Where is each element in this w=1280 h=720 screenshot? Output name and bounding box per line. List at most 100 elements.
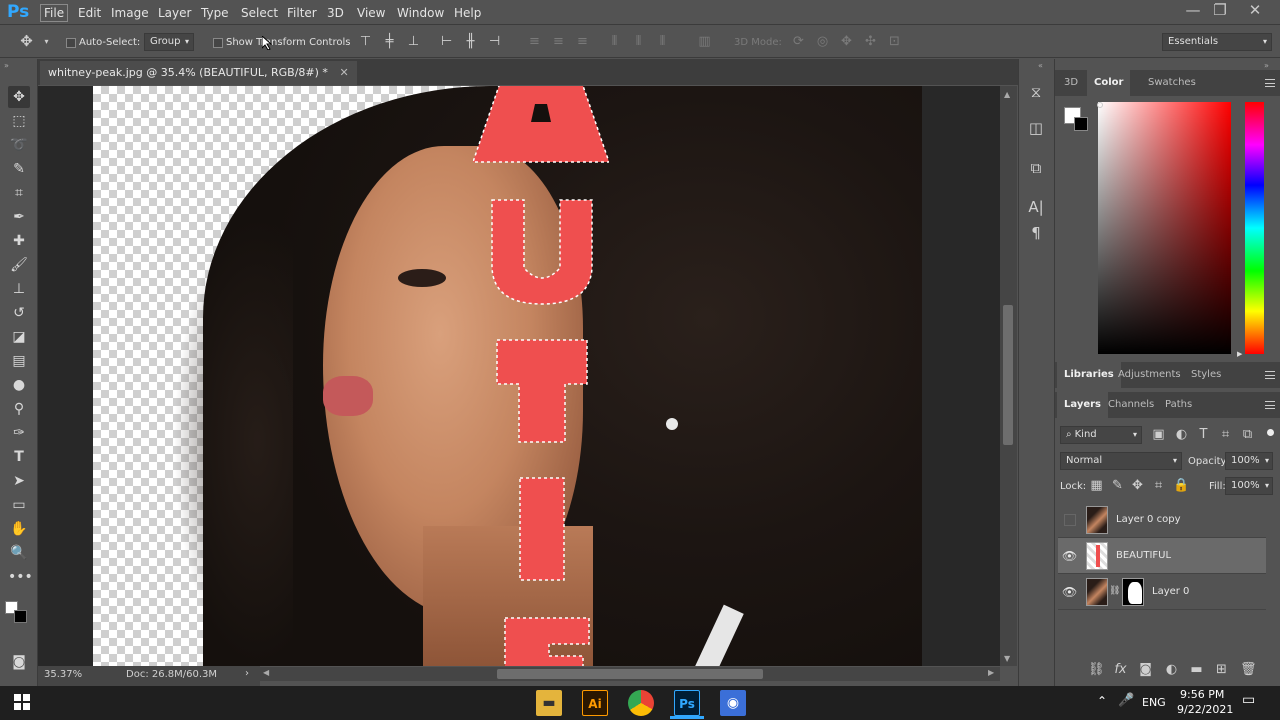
layer-name[interactable]: Layer 0 copy — [1116, 514, 1180, 525]
filter-toggle[interactable] — [1267, 429, 1274, 436]
distribute-top-icon[interactable]: ≡ — [528, 35, 541, 48]
menu-select[interactable]: Select — [241, 6, 278, 20]
quick-mask-icon[interactable]: ◙ — [8, 651, 30, 673]
new-group-icon[interactable]: ▬ — [1190, 663, 1203, 676]
document-tab[interactable]: whitney-peak.jpg @ 35.4% (BEAUTIFUL, RGB… — [40, 61, 357, 85]
eraser-tool-icon[interactable]: ◪ — [8, 326, 30, 348]
tab-paths[interactable]: Paths — [1158, 392, 1199, 418]
background-color-swatch[interactable] — [14, 610, 27, 623]
distribute-vcenter-icon[interactable]: ≡ — [552, 35, 565, 48]
workspace-dropdown[interactable]: Essentials ▾ — [1162, 33, 1272, 51]
eyedropper-tool-icon[interactable]: ✒ — [8, 206, 30, 228]
chevron-down-icon[interactable]: ▾ — [40, 36, 53, 48]
zoom-tool-icon[interactable]: 🔍 — [8, 542, 30, 564]
history-panel-icon[interactable]: ⧖ — [1026, 82, 1046, 102]
expand-panels-icon[interactable]: « — [1038, 61, 1043, 70]
gradient-tool-icon[interactable]: ▤ — [8, 350, 30, 372]
screen-recorder-icon[interactable]: ◉ — [720, 690, 746, 716]
layer-filter-dropdown[interactable]: ⌕ Kind ▾ — [1060, 426, 1142, 444]
tab-adjustments[interactable]: Adjustments — [1111, 362, 1188, 388]
status-arrow-icon[interactable]: › — [245, 668, 249, 679]
3d-roll-icon[interactable]: ◎ — [816, 35, 829, 48]
menu-view[interactable]: View — [357, 6, 385, 20]
distribute-bottom-icon[interactable]: ≡ — [576, 35, 589, 48]
filter-pixel-icon[interactable]: ▣ — [1152, 428, 1165, 441]
chevron-up-icon[interactable]: ⌃ — [1097, 694, 1107, 708]
lock-all-icon[interactable]: 🔒 — [1173, 479, 1189, 492]
close-window-button[interactable]: ✕ — [1240, 1, 1270, 19]
dodge-tool-icon[interactable]: ⚲ — [8, 398, 30, 420]
lasso-tool-icon[interactable]: ➰ — [8, 134, 30, 156]
tab-channels[interactable]: Channels — [1101, 392, 1161, 418]
adjustment-layer-icon[interactable]: ◐ — [1165, 663, 1178, 676]
hand-tool-icon[interactable]: ✋ — [8, 518, 30, 540]
marquee-tool-icon[interactable]: ⬚ — [8, 110, 30, 132]
photoshop-taskbar-icon[interactable]: Ps — [674, 690, 700, 716]
blend-mode-dropdown[interactable]: Normal ▾ — [1060, 452, 1182, 470]
distribute-right-icon[interactable]: ⦀ — [656, 35, 669, 48]
3d-rotate-icon[interactable]: ⟳ — [792, 35, 805, 48]
color-field[interactable] — [1098, 102, 1231, 354]
vertical-scroll-thumb[interactable] — [1003, 305, 1013, 445]
layer-name[interactable]: Layer 0 — [1152, 586, 1189, 597]
lock-image-icon[interactable]: ✎ — [1111, 479, 1124, 492]
align-top-icon[interactable]: ⊤ — [359, 35, 372, 48]
pen-tool-icon[interactable]: ✑ — [8, 422, 30, 444]
layer-name[interactable]: BEAUTIFUL — [1116, 550, 1171, 561]
character-style-icon[interactable]: ⧉ — [1026, 158, 1046, 178]
type-tool-icon[interactable]: T — [8, 446, 30, 468]
language-indicator[interactable]: ENG — [1142, 696, 1166, 709]
layer-row-beautiful[interactable]: 👁 BEAUTIFUL — [1058, 538, 1266, 574]
paragraph-panel-icon[interactable]: ¶ — [1026, 223, 1046, 243]
lock-position-icon[interactable]: ✥ — [1131, 479, 1144, 492]
layers-panel-menu-icon[interactable] — [1265, 401, 1275, 409]
microphone-icon[interactable]: 🎤 — [1118, 693, 1134, 708]
tab-color[interactable]: Color — [1087, 70, 1131, 96]
properties-panel-icon[interactable]: ◫ — [1026, 118, 1046, 138]
minimize-button[interactable]: — — [1178, 1, 1208, 19]
color-picker-handle[interactable] — [1097, 102, 1103, 108]
hue-slider-arrow-icon[interactable]: ▶ — [1237, 350, 1242, 358]
libraries-panel-menu-icon[interactable] — [1265, 371, 1275, 379]
align-hcenter-icon[interactable]: ╫ — [464, 35, 477, 48]
align-right-icon[interactable]: ⊣ — [488, 35, 501, 48]
hue-slider[interactable] — [1245, 102, 1264, 354]
auto-align-icon[interactable]: ▥ — [698, 35, 711, 48]
menu-filter[interactable]: Filter — [287, 6, 317, 20]
auto-select-checkbox[interactable] — [66, 38, 76, 48]
filter-shape-icon[interactable]: ⌗ — [1219, 428, 1232, 441]
fill-field[interactable]: 100% ▾ — [1225, 477, 1273, 495]
fx-icon[interactable]: fx — [1114, 663, 1127, 676]
link-icon[interactable]: ⛓ — [1109, 586, 1120, 596]
scroll-up-arrow-icon[interactable]: ▲ — [1004, 90, 1010, 99]
chrome-icon[interactable] — [628, 690, 654, 716]
add-mask-icon[interactable]: ◙ — [1139, 663, 1152, 676]
new-layer-icon[interactable]: ⊞ — [1215, 663, 1228, 676]
collapse-arrows-icon[interactable]: » — [4, 61, 9, 70]
rectangle-tool-icon[interactable]: ▭ — [8, 494, 30, 516]
illustrator-icon[interactable]: Ai — [582, 690, 608, 716]
filter-type-icon[interactable]: T — [1197, 428, 1210, 441]
blur-tool-icon[interactable]: ● — [8, 374, 30, 396]
move-tool-icon[interactable]: ✥ — [8, 86, 30, 108]
canvas-area[interactable] — [38, 86, 1000, 666]
3d-scale-icon[interactable]: ⊡ — [888, 35, 901, 48]
tab-styles[interactable]: Styles — [1184, 362, 1228, 388]
more-tools-icon[interactable]: ••• — [8, 566, 33, 588]
path-selection-tool-icon[interactable]: ➤ — [8, 470, 30, 492]
quick-select-tool-icon[interactable]: ✎ — [8, 158, 30, 180]
history-brush-tool-icon[interactable]: ↺ — [8, 302, 30, 324]
menu-image[interactable]: Image — [111, 6, 149, 20]
link-layers-icon[interactable]: ⛓ — [1088, 663, 1105, 676]
distribute-hcenter-icon[interactable]: ⦀ — [632, 35, 645, 48]
align-left-icon[interactable]: ⊢ — [440, 35, 453, 48]
menu-layer[interactable]: Layer — [158, 6, 191, 20]
zoom-level[interactable]: 35.37% — [44, 669, 82, 680]
background-swatch[interactable] — [1074, 117, 1088, 131]
align-vcenter-icon[interactable]: ╪ — [383, 35, 396, 48]
scroll-down-arrow-icon[interactable]: ▼ — [1004, 654, 1010, 663]
menu-help[interactable]: Help — [454, 6, 481, 20]
eye-icon[interactable]: 👁 — [1062, 586, 1077, 598]
opacity-field[interactable]: 100% ▾ — [1225, 452, 1273, 470]
3d-drag-icon[interactable]: ✥ — [840, 35, 853, 48]
